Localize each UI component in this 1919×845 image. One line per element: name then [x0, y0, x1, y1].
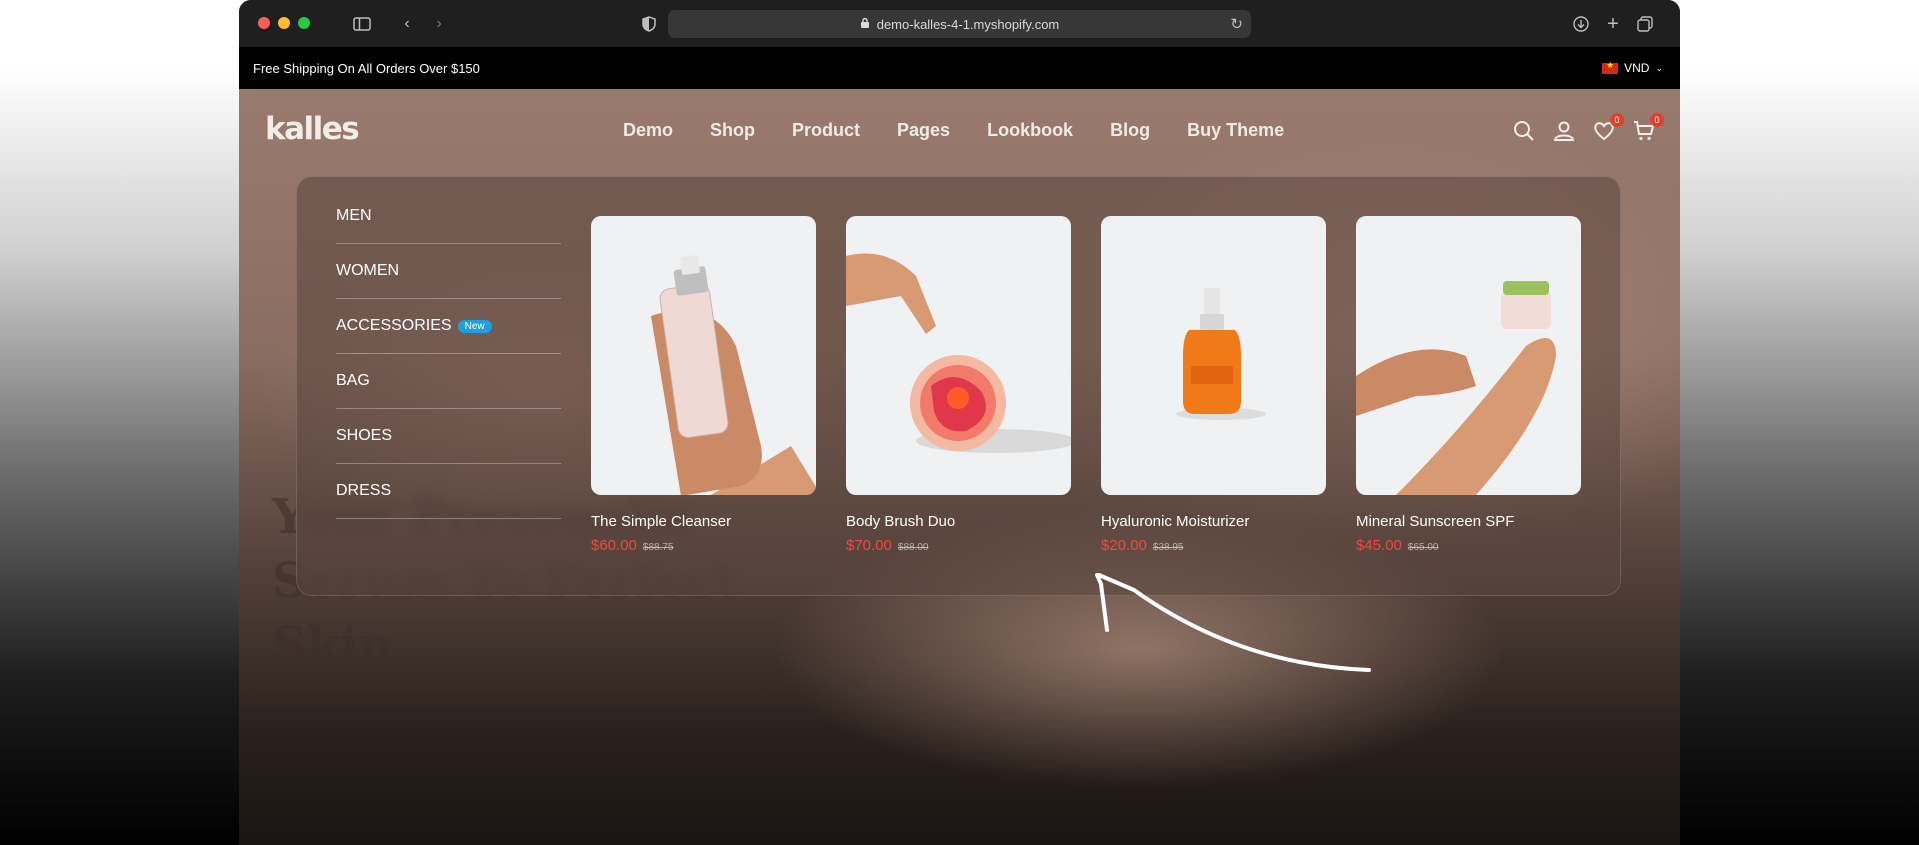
category-label: WOMEN — [336, 262, 400, 279]
currency-label: VND — [1624, 61, 1650, 75]
reload-icon[interactable]: ↻ — [1230, 15, 1243, 33]
sale-price: $60.00 — [591, 537, 637, 554]
category-label: BAG — [336, 372, 370, 389]
nav-pages[interactable]: Pages — [897, 120, 950, 141]
curved-arrow-icon — [1095, 573, 1371, 672]
forward-icon[interactable]: › — [427, 12, 451, 36]
category-label: ACCESSORIES — [336, 317, 452, 334]
new-tab-icon[interactable]: + — [1601, 12, 1625, 36]
product-price: $60.00 $88.75 — [591, 537, 816, 554]
sidebar-icon[interactable] — [350, 12, 374, 36]
address-bar[interactable]: demo-kalles-4-1.myshopify.com ↻ — [668, 10, 1251, 38]
product-image[interactable] — [1101, 216, 1326, 495]
account-icon[interactable] — [1552, 119, 1576, 143]
product-card[interactable]: Body Brush Duo $70.00 $88.00 — [846, 216, 1071, 554]
back-icon[interactable]: ‹ — [395, 12, 419, 36]
sale-price: $20.00 — [1101, 537, 1147, 554]
wishlist-count-badge: 0 — [1610, 113, 1624, 127]
product-price: $70.00 $88.00 — [846, 537, 1071, 554]
url-text: demo-kalles-4-1.myshopify.com — [876, 16, 1060, 32]
category-women[interactable]: WOMEN — [336, 244, 561, 299]
search-icon[interactable] — [1512, 119, 1536, 143]
category-list: MEN WOMEN ACCESSORIES New BAG SHOES DRES… — [336, 189, 561, 519]
nav-shop[interactable]: Shop — [710, 120, 755, 141]
close-window-button[interactable] — [258, 17, 270, 29]
nav-blog[interactable]: Blog — [1110, 120, 1150, 141]
category-accessories[interactable]: ACCESSORIES New — [336, 299, 561, 354]
download-icon[interactable] — [1569, 12, 1593, 36]
category-bag[interactable]: BAG — [336, 354, 561, 409]
product-image[interactable] — [591, 216, 816, 495]
product-grid: The Simple Cleanser $60.00 $88.75 Body B… — [591, 216, 1581, 554]
nav-product[interactable]: Product — [792, 120, 860, 141]
site-logo[interactable]: kalles — [265, 111, 360, 147]
mega-menu-panel: MEN WOMEN ACCESSORIES New BAG SHOES DRES… — [296, 176, 1621, 596]
category-dress[interactable]: DRESS — [336, 464, 561, 519]
nav-lookbook[interactable]: Lookbook — [987, 120, 1073, 141]
product-card[interactable]: Hyaluronic Moisturizer $20.00 $38.95 — [1101, 216, 1326, 554]
original-price: $38.95 — [1152, 542, 1184, 553]
product-name[interactable]: Hyaluronic Moisturizer — [1101, 513, 1326, 530]
browser-window: ‹ › demo-kalles-4-1.myshopify.com ↻ + Fr… — [239, 0, 1680, 845]
vietnam-flag-icon — [1602, 60, 1619, 74]
maximize-window-button[interactable] — [298, 17, 310, 29]
announcement-bar: Free Shipping On All Orders Over $150 VN… — [239, 47, 1680, 89]
sale-price: $45.00 — [1356, 537, 1402, 554]
category-shoes[interactable]: SHOES — [336, 409, 561, 464]
header-actions: 0 0 — [1512, 113, 1664, 143]
shield-icon[interactable] — [637, 12, 661, 36]
cart-count-badge: 0 — [1650, 113, 1664, 127]
category-label: MEN — [336, 207, 372, 224]
product-card[interactable]: The Simple Cleanser $60.00 $88.75 — [591, 216, 816, 554]
tabs-overview-icon[interactable] — [1633, 12, 1657, 36]
product-name[interactable]: The Simple Cleanser — [591, 513, 816, 530]
sale-price: $70.00 — [846, 537, 892, 554]
product-price: $45.00 $65.00 — [1356, 537, 1581, 554]
currency-selector[interactable]: VND ⌄ — [1602, 60, 1663, 75]
product-price: $20.00 $38.95 — [1101, 537, 1326, 554]
product-image[interactable] — [846, 216, 1071, 495]
nav-buy-theme[interactable]: Buy Theme — [1187, 120, 1284, 141]
chevron-down-icon: ⌄ — [1655, 62, 1663, 73]
product-name[interactable]: Mineral Sunscreen SPF — [1356, 513, 1581, 530]
announcement-text: Free Shipping On All Orders Over $150 — [253, 60, 480, 76]
product-name[interactable]: Body Brush Duo — [846, 513, 1071, 530]
wishlist-icon[interactable]: 0 — [1592, 113, 1624, 143]
lock-icon — [860, 17, 870, 32]
product-card[interactable]: Mineral Sunscreen SPF $45.00 $65.00 — [1356, 216, 1581, 554]
category-men[interactable]: MEN — [336, 189, 561, 244]
nav-demo[interactable]: Demo — [623, 120, 673, 141]
category-label: DRESS — [336, 482, 392, 499]
main-nav: Demo Shop Product Pages Lookbook Blog Bu… — [623, 120, 1284, 141]
category-label: SHOES — [336, 427, 393, 444]
new-badge: New — [457, 319, 492, 333]
original-price: $88.00 — [897, 542, 929, 553]
window-controls — [258, 17, 310, 29]
cart-icon[interactable]: 0 — [1632, 113, 1664, 143]
product-image[interactable] — [1356, 216, 1581, 495]
browser-toolbar: ‹ › demo-kalles-4-1.myshopify.com ↻ + — [239, 0, 1680, 47]
minimize-window-button[interactable] — [278, 17, 290, 29]
site-header: kalles Demo Shop Product Pages Lookbook … — [239, 89, 1680, 175]
original-price: $88.75 — [642, 542, 674, 553]
original-price: $65.00 — [1407, 542, 1439, 553]
